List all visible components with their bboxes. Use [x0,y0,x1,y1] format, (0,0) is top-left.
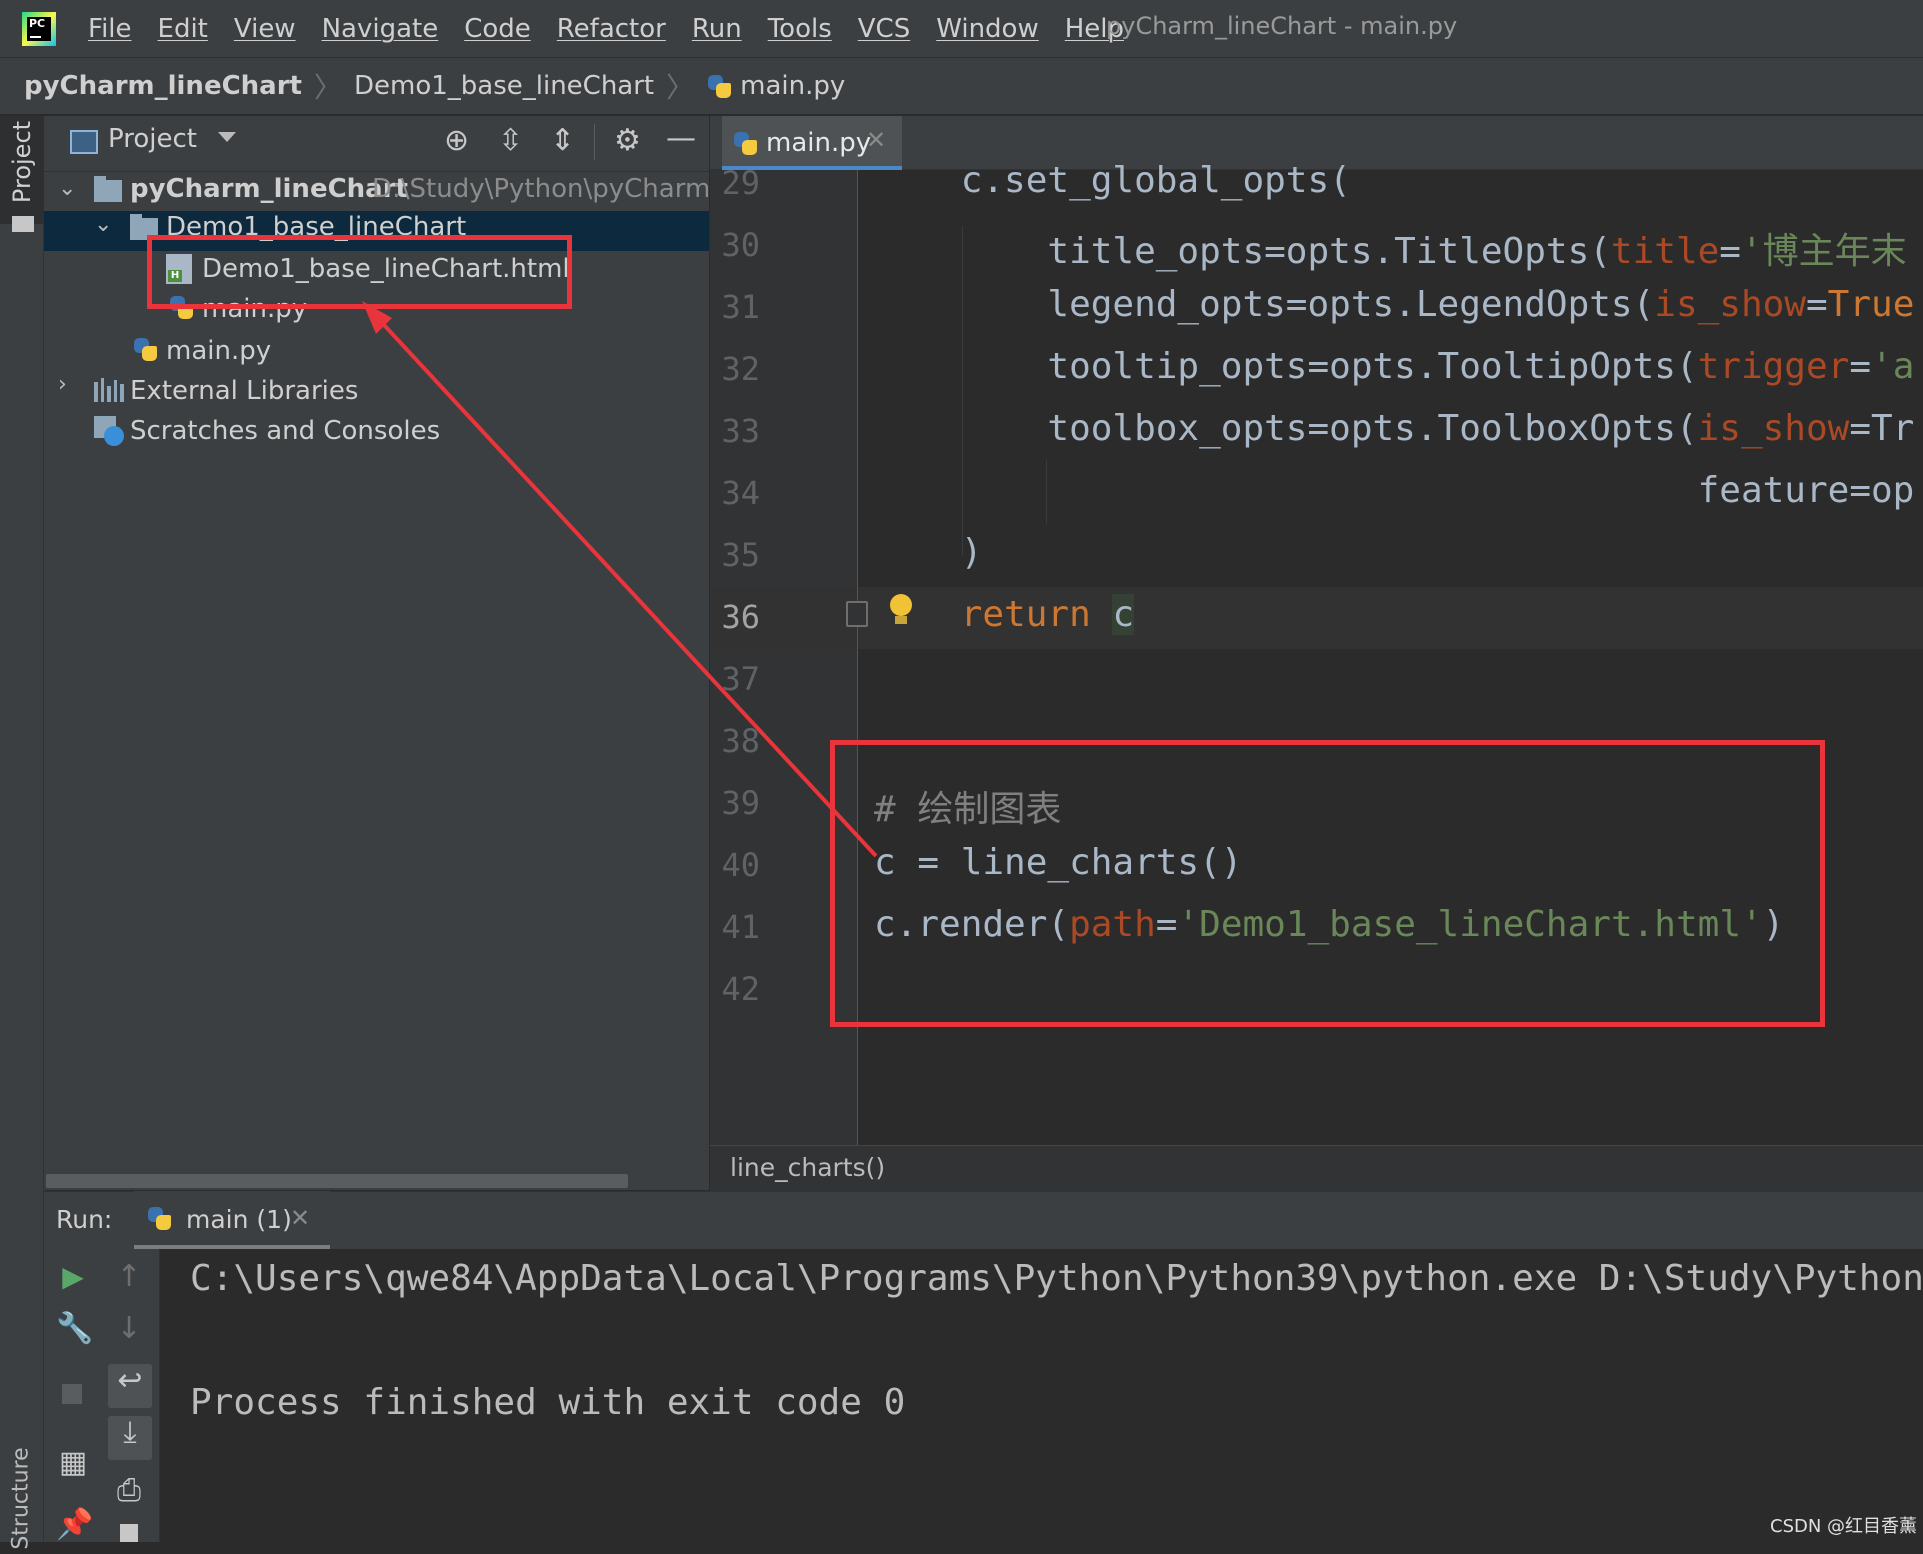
library-icon [94,378,124,402]
breadcrumb-separator-icon: 〉 [313,71,342,104]
line-number: 40 [721,846,760,884]
layout-icon[interactable]: ▦ [56,1446,90,1480]
chevron-down-icon[interactable]: ⌄ [94,212,112,237]
tree-file-root-main-py[interactable]: main.py [166,336,271,366]
menu-view[interactable]: View [234,14,296,44]
line-number: 38 [721,722,760,760]
pin-icon[interactable]: 📌 [56,1508,93,1542]
structure-tool-window-label[interactable]: Structure [9,1444,34,1554]
line-number: 31 [721,288,760,326]
breadcrumb-folder[interactable]: Demo1_base_lineChart [354,71,654,101]
run-icon[interactable]: ▶ [56,1260,90,1294]
fold-marker-icon[interactable] [846,601,868,627]
line-number: 42 [721,970,760,1008]
window-title: pyCharm_lineChart - main.py [1106,12,1458,40]
breadcrumb-separator-icon: 〉 [666,71,695,104]
scroll-to-end-icon[interactable]: ⤓ [108,1416,152,1460]
project-view-icon [70,130,98,154]
folder-icon [94,176,122,202]
header-divider [594,124,595,160]
scratches-icon [94,416,124,446]
line-number: 37 [721,660,760,698]
left-tool-strip [0,116,44,1542]
menu-run[interactable]: Run [692,14,742,44]
code-line[interactable]: c.set_global_opts( [874,160,1351,201]
menu-tools[interactable]: Tools [768,14,832,44]
line-number: 39 [721,784,760,822]
soft-wrap-icon[interactable]: ↩ [108,1364,152,1408]
menu-file[interactable]: File [88,14,132,44]
editor-tab-label[interactable]: main.py [766,128,871,158]
run-tab-label[interactable]: main (1) [186,1205,292,1234]
project-tool-window-label[interactable]: Project [8,114,36,210]
line-number: 29 [721,164,760,202]
down-arrow-icon[interactable]: ↓ [112,1312,146,1346]
breadcrumb-file[interactable]: main.py [740,71,845,101]
close-icon[interactable]: ✕ [866,126,886,154]
trash-icon[interactable] [120,1524,138,1542]
code-line[interactable]: return c [874,594,1135,635]
line-number: 35 [721,536,760,574]
line-number: 41 [721,908,760,946]
pycharm-logo-icon[interactable]: PC [22,12,56,46]
line-number: 34 [721,474,760,512]
chevron-right-icon[interactable]: › [58,372,67,397]
editor-breadcrumb-function[interactable]: line_charts() [730,1153,885,1182]
watermark: CSDN @红目香薰 [1770,1516,1918,1537]
line-number: 33 [721,412,760,450]
python-file-icon [132,336,166,362]
hide-icon[interactable]: — [666,124,696,154]
tree-external-libraries[interactable]: External Libraries [130,376,358,406]
project-horizontal-scrollbar[interactable] [46,1174,628,1188]
main-menu: File Edit View Navigate Code Refactor Ru… [88,0,1150,57]
chevron-down-icon[interactable] [218,132,236,142]
annotation-box-html-file [147,235,572,309]
python-file-icon [706,73,732,99]
tree-scratches-and-consoles[interactable]: Scratches and Consoles [130,416,440,446]
up-arrow-icon[interactable]: ↑ [112,1260,146,1294]
line-number-current: 36 [721,598,760,636]
editor-breadcrumb-bar [710,1145,1923,1191]
settings-icon[interactable]: ⚙ [614,126,641,156]
expand-all-icon[interactable]: ⇳ [498,126,523,156]
chevron-down-icon[interactable]: ⌄ [58,176,76,201]
tree-root-path: D:\Study\Python\pyCharm_lineChart [372,174,708,204]
tree-root-project[interactable]: pyCharm_lineChart [130,174,408,204]
breadcrumb-project[interactable]: pyCharm_lineChart [24,71,302,101]
code-line[interactable]: title_opts=opts.TitleOpts(title='博主年末 [874,222,1906,274]
menu-window[interactable]: Window [936,14,1039,44]
line-number: 30 [721,226,760,264]
console-line: C:\Users\qwe84\AppData\Local\Programs\Py… [190,1258,1923,1299]
code-line[interactable]: ) [874,532,983,573]
collapse-all-icon[interactable]: ⇕ [550,126,575,156]
code-line[interactable]: tooltip_opts=opts.TooltipOpts(trigger='a [874,346,1914,387]
code-line[interactable]: toolbox_opts=opts.ToolboxOpts(is_show=Tr [874,408,1914,449]
code-line[interactable]: feature=op [874,470,1915,511]
python-file-icon [732,130,766,156]
folder-icon [12,216,34,232]
locate-icon[interactable]: ⊕ [444,126,469,156]
wrench-icon[interactable]: 🔧 [56,1312,93,1346]
menu-code[interactable]: Code [464,14,531,44]
python-run-icon [146,1205,180,1231]
close-icon[interactable]: ✕ [290,1204,310,1232]
menu-vcs[interactable]: VCS [858,14,910,44]
menu-edit[interactable]: Edit [158,14,208,44]
code-line[interactable]: legend_opts=opts.LegendOpts(is_show=True [874,284,1914,325]
console-line: Process finished with exit code 0 [190,1382,906,1423]
stop-icon[interactable] [62,1384,82,1404]
menu-navigate[interactable]: Navigate [322,14,439,44]
navigation-breadcrumb: pyCharm_lineChart 〉 Demo1_base_lineChart… [0,57,1923,115]
line-number: 32 [721,350,760,388]
print-icon[interactable]: ⎙ [112,1474,146,1508]
annotation-box-render-code [830,740,1825,1027]
logo-text: PC [29,17,46,30]
menu-refactor[interactable]: Refactor [557,14,666,44]
run-panel-label: Run: [56,1205,113,1234]
project-view-selector[interactable]: Project [108,124,197,154]
